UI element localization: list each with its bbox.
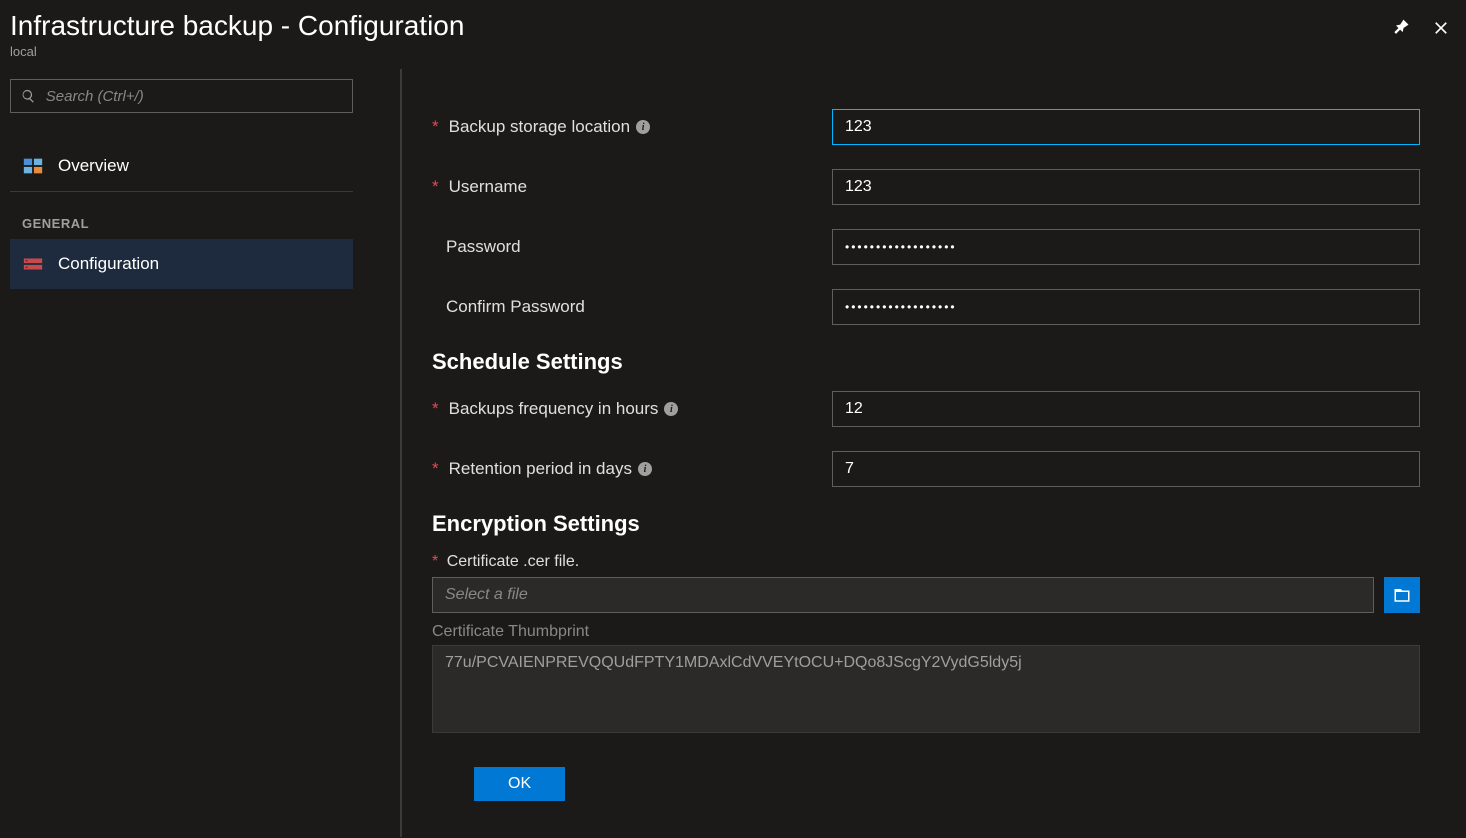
search-icon — [21, 88, 36, 104]
required-indicator: * — [432, 177, 439, 197]
sidebar-item-configuration[interactable]: Configuration — [10, 239, 353, 289]
page-subtitle: local — [10, 44, 464, 59]
certificate-file-input[interactable]: Select a file — [432, 577, 1374, 613]
nav-section: Overview GENERAL Configuration — [10, 141, 353, 289]
info-icon[interactable]: i — [664, 402, 678, 416]
sidebar-heading-general: GENERAL — [10, 192, 353, 239]
sidebar-item-overview[interactable]: Overview — [10, 141, 353, 192]
configuration-icon — [22, 253, 44, 275]
password-label: Password — [432, 237, 832, 257]
schedule-settings-heading: Schedule Settings — [432, 349, 1426, 375]
info-icon[interactable]: i — [638, 462, 652, 476]
backup-location-input[interactable] — [832, 109, 1420, 145]
frequency-input[interactable] — [832, 391, 1420, 427]
sidebar-item-label: Overview — [58, 156, 129, 176]
confirm-password-label: Confirm Password — [432, 297, 832, 317]
required-indicator: * — [432, 399, 439, 419]
page-header: Infrastructure backup - Configuration lo… — [0, 0, 1466, 69]
pin-icon[interactable] — [1391, 18, 1411, 38]
thumbprint-value: 77u/PCVAIENPREVQQUdFPTY1MDAxlCdVVEYtOCU+… — [432, 645, 1420, 733]
search-input[interactable] — [46, 88, 342, 105]
username-input[interactable] — [832, 169, 1420, 205]
vertical-divider — [400, 69, 402, 837]
required-indicator: * — [432, 459, 439, 479]
required-indicator: * — [432, 117, 439, 137]
confirm-password-input[interactable]: •••••••••••••••••• — [832, 289, 1420, 325]
thumbprint-label: Certificate Thumbprint — [432, 623, 1426, 641]
browse-file-button[interactable] — [1384, 577, 1420, 613]
close-icon[interactable] — [1431, 18, 1451, 38]
frequency-label: * Backups frequency in hours i — [432, 399, 832, 419]
page-title: Infrastructure backup - Configuration — [10, 10, 464, 42]
info-icon[interactable]: i — [636, 120, 650, 134]
main-content: * Backup storage location i * Username P… — [432, 69, 1466, 837]
username-label: * Username — [432, 177, 832, 197]
password-input[interactable]: •••••••••••••••••• — [832, 229, 1420, 265]
search-box[interactable] — [10, 79, 353, 113]
encryption-settings-heading: Encryption Settings — [432, 511, 1426, 537]
backup-location-label: * Backup storage location i — [432, 117, 832, 137]
required-indicator: * — [432, 553, 438, 570]
overview-icon — [22, 155, 44, 177]
ok-button[interactable]: OK — [474, 767, 565, 801]
sidebar-item-label: Configuration — [58, 254, 159, 274]
retention-input[interactable] — [832, 451, 1420, 487]
sidebar: Overview GENERAL Configuration — [0, 69, 400, 837]
certificate-label: * Certificate .cer file. — [432, 553, 1426, 571]
folder-icon — [1393, 586, 1411, 604]
retention-label: * Retention period in days i — [432, 459, 832, 479]
